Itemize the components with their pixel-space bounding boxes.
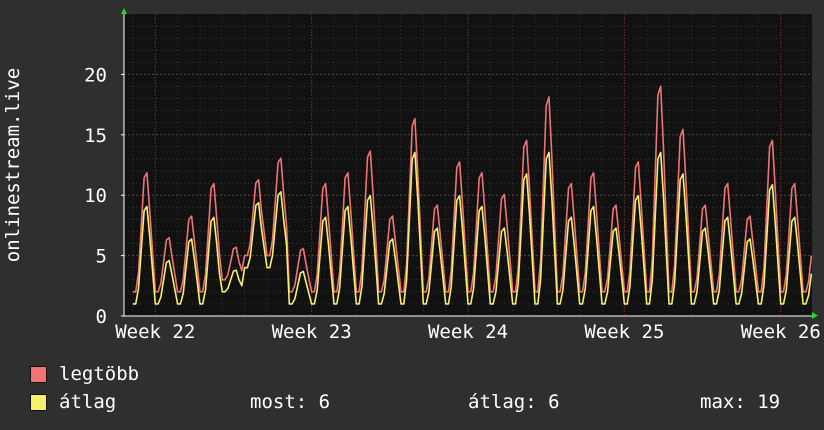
y-ticks: 0 5 10 15 20 [84,64,124,328]
y-axis-label: onlinestream.live [2,68,24,262]
stat-now: most: 6 [250,391,331,413]
x-tick-label: Week 22 [115,321,195,340]
y-tick-label: 0 [96,306,107,328]
legend-avg: átlag [30,391,116,413]
legend-swatch-avg [30,393,47,411]
x-tick-label: Week 23 [272,321,352,340]
y-tick-label: 20 [84,64,107,86]
legend-max: legtöbb [30,363,139,385]
legend-swatch-max [30,365,47,383]
x-ticks: Week 22 Week 23 Week 24 Week 25 Week 26 [115,321,821,340]
y-tick-label: 15 [84,125,107,147]
y-tick-label: 10 [84,185,107,207]
x-tick-label: Week 26 [741,321,821,340]
y-axis-arrow [121,8,127,14]
legend-label-avg: átlag [59,391,117,413]
x-tick-label: Week 24 [428,321,508,340]
y-tick-label: 5 [96,246,107,268]
stat-max: max: 19 [700,391,781,413]
stat-average: átlag: 6 [468,391,560,413]
x-axis-arrow [812,312,818,319]
x-tick-label: Week 25 [584,321,664,340]
legend-label-max: legtöbb [59,363,140,385]
stream-chart: 05101520 Week 22 Week 23 Week 24 Week 25 Wee… [2,8,821,340]
